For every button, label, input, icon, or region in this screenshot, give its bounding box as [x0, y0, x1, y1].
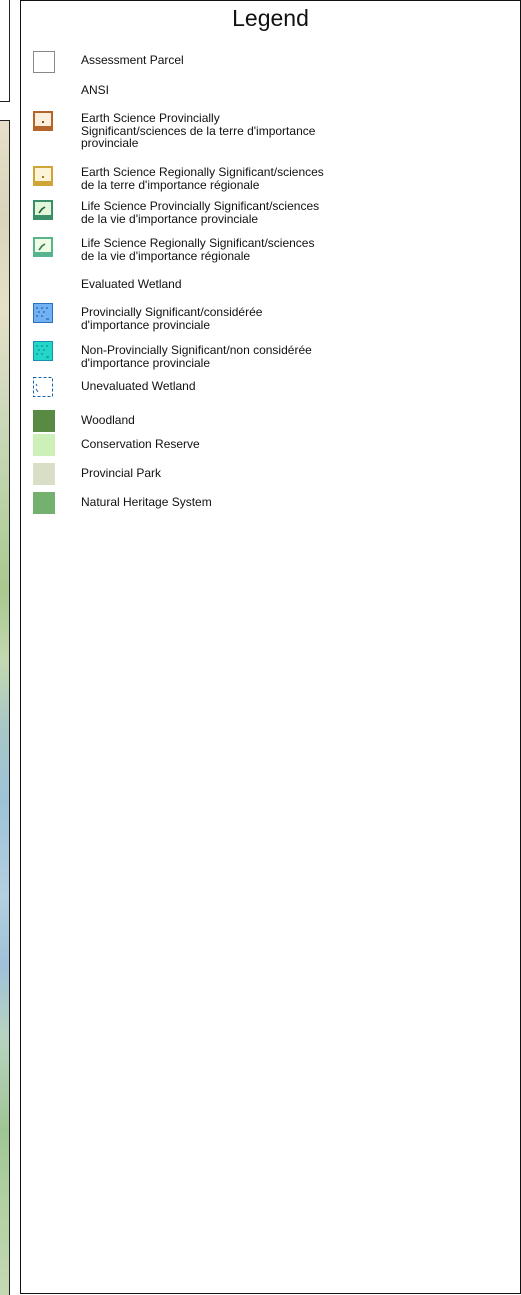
legend-section-ansi: ANSI — [81, 83, 110, 97]
earth-science-regional-icon — [33, 166, 53, 186]
unevaluated-wetland-icon — [33, 377, 53, 397]
earth-science-provincial-icon — [33, 111, 53, 131]
assessment-parcel-icon — [33, 51, 55, 73]
life-science-provincial-icon — [33, 200, 53, 220]
natural-heritage-system-icon — [33, 492, 55, 514]
conservation-reserve-icon — [33, 434, 55, 456]
map-view[interactable] — [0, 120, 10, 1295]
life-science-regional-icon — [33, 237, 53, 257]
map-frame-top — [0, 0, 10, 102]
wetland-non-provincial-icon — [33, 341, 53, 361]
legend-section-evaluated-wetland: Evaluated Wetland — [81, 277, 182, 291]
legend-panel: Legend Assessment Parcel ANSI Earth Scie… — [20, 0, 521, 1294]
legend-title: Legend — [232, 5, 309, 31]
provincial-park-icon — [33, 463, 55, 485]
woodland-icon — [33, 410, 55, 432]
wetland-provincial-icon — [33, 303, 53, 323]
